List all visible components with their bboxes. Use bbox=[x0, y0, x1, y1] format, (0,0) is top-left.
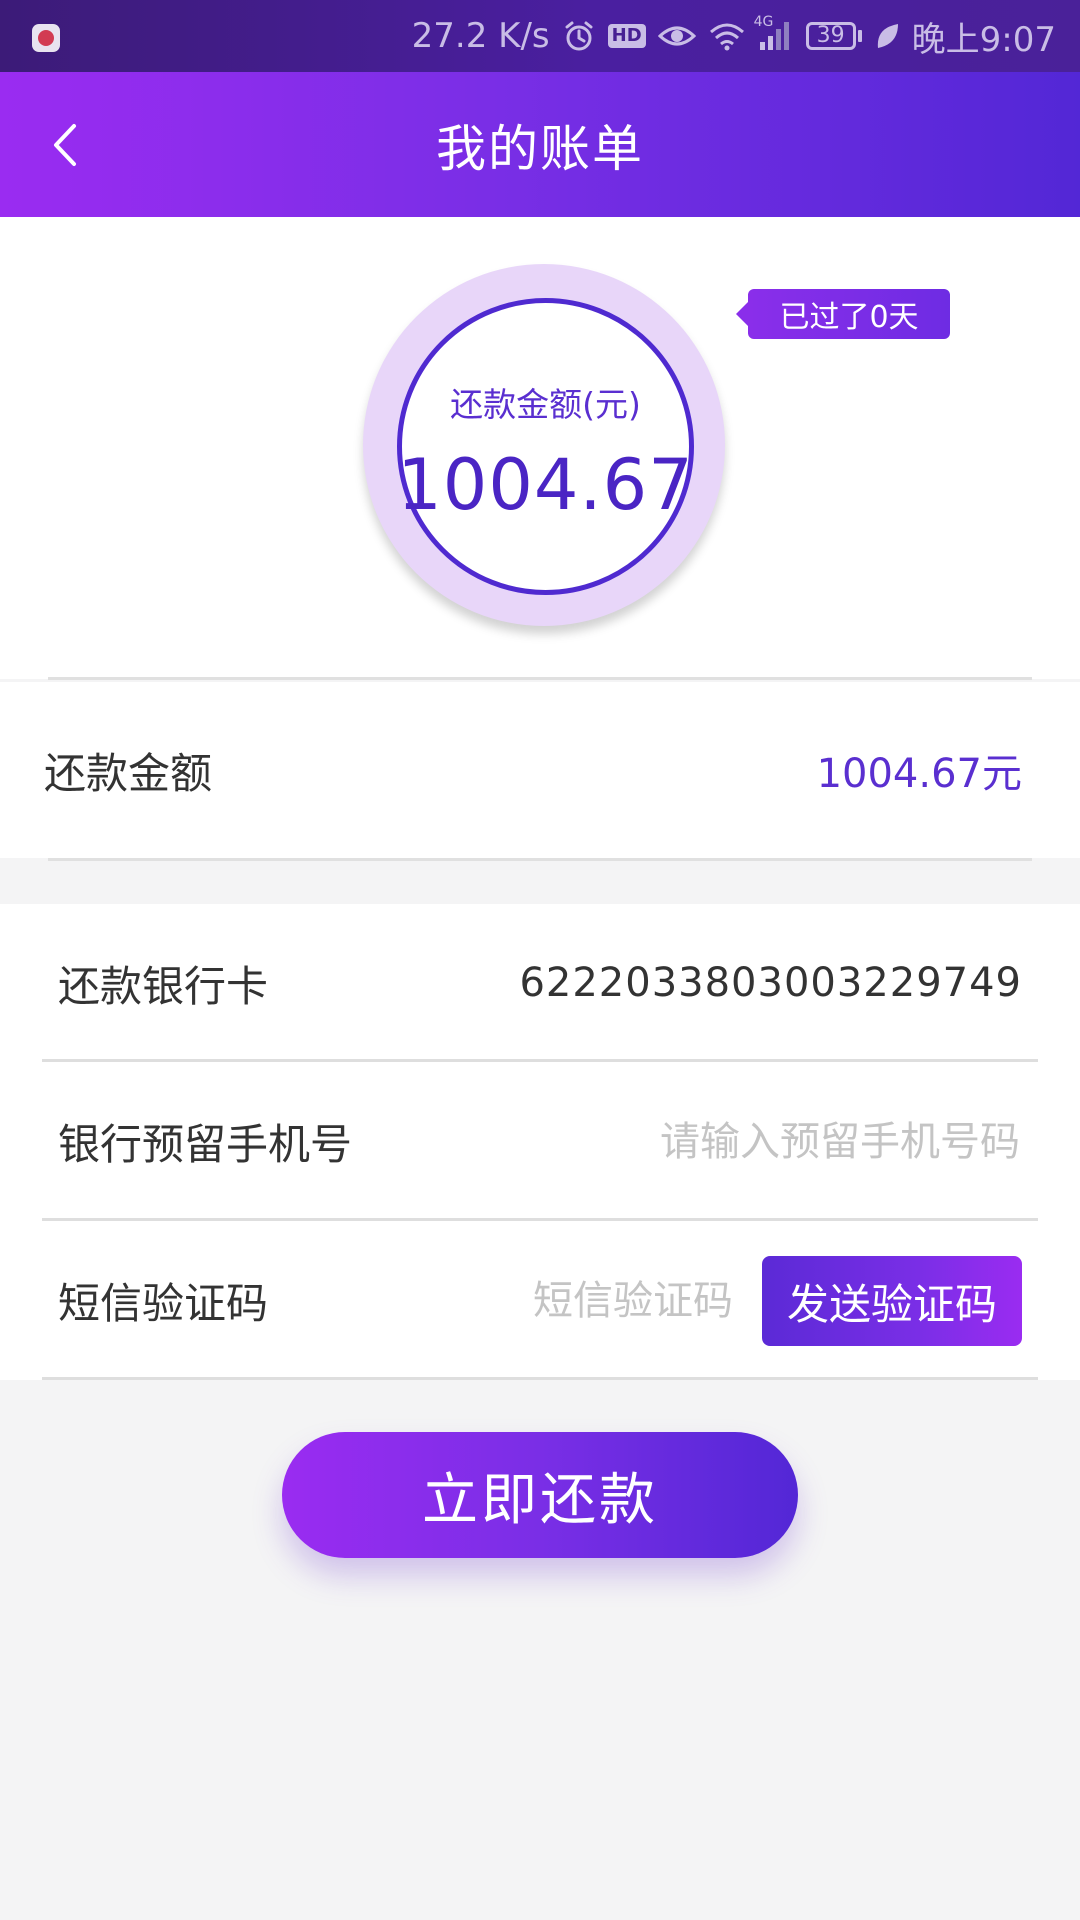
network-speed: 27.2 K/s bbox=[411, 16, 550, 56]
bill-summary: 还款金额(元) 1004.67 已过了0天 bbox=[0, 217, 1080, 679]
repayment-amount-row: 还款金额 1004.67元 bbox=[0, 682, 1080, 858]
bank-card-number: 6222033803003229749 bbox=[519, 960, 1022, 1006]
app-notification-icon bbox=[32, 24, 60, 52]
network-type-label: 4G bbox=[753, 14, 774, 30]
sms-code-label: 短信验证码 bbox=[58, 1278, 269, 1328]
phone-label: 银行预留手机号 bbox=[58, 1119, 353, 1169]
app-header: 我的账单 bbox=[0, 72, 1080, 217]
sms-code-input[interactable] bbox=[431, 1265, 735, 1337]
alarm-icon bbox=[562, 19, 596, 53]
sms-code-row: 短信验证码 发送验证码 bbox=[0, 1221, 1080, 1379]
hd-icon: HD bbox=[607, 24, 646, 48]
overdue-days-badge: 已过了0天 bbox=[736, 289, 950, 339]
status-bar-right: 27.2 K/s HD 4G 39 晚上9:07 bbox=[412, 0, 1056, 72]
battery-level: 39 bbox=[805, 22, 856, 50]
repayment-amount-value: 1004.67元 bbox=[816, 751, 1022, 797]
eye-icon bbox=[657, 22, 696, 50]
repay-now-button[interactable]: 立即还款 bbox=[282, 1432, 798, 1558]
repayment-amount-label: 还款金额 bbox=[44, 748, 213, 798]
summary-divider bbox=[48, 677, 1032, 680]
status-bar: 27.2 K/s HD 4G 39 晚上9:07 bbox=[0, 0, 1080, 72]
bank-card-label: 还款银行卡 bbox=[58, 961, 269, 1011]
circle-amount-label: 还款金额(元) bbox=[450, 384, 641, 424]
row-divider bbox=[42, 1377, 1038, 1380]
circle-amount-value: 1004.67 bbox=[397, 443, 694, 526]
page-title: 我的账单 bbox=[436, 119, 644, 178]
signal-icon: 4G bbox=[754, 14, 794, 52]
battery-icon: 39 bbox=[805, 22, 862, 50]
phone-row: 银行预留手机号 bbox=[0, 1062, 1080, 1220]
bank-card-row: 还款银行卡 6222033803003229749 bbox=[0, 904, 1080, 1062]
repayment-form: 还款银行卡 6222033803003229749 银行预留手机号 短信验证码 … bbox=[0, 904, 1080, 1380]
amount-circle: 还款金额(元) 1004.67 bbox=[397, 298, 694, 595]
amount-row-divider bbox=[48, 858, 1032, 861]
status-time: 晚上9:07 bbox=[911, 19, 1056, 60]
wifi-icon bbox=[708, 21, 746, 51]
send-code-button[interactable]: 发送验证码 bbox=[762, 1256, 1022, 1346]
leaf-icon bbox=[874, 22, 900, 50]
amount-circle-ring: 还款金额(元) 1004.67 bbox=[363, 264, 725, 626]
phone-input[interactable] bbox=[498, 1106, 1022, 1178]
